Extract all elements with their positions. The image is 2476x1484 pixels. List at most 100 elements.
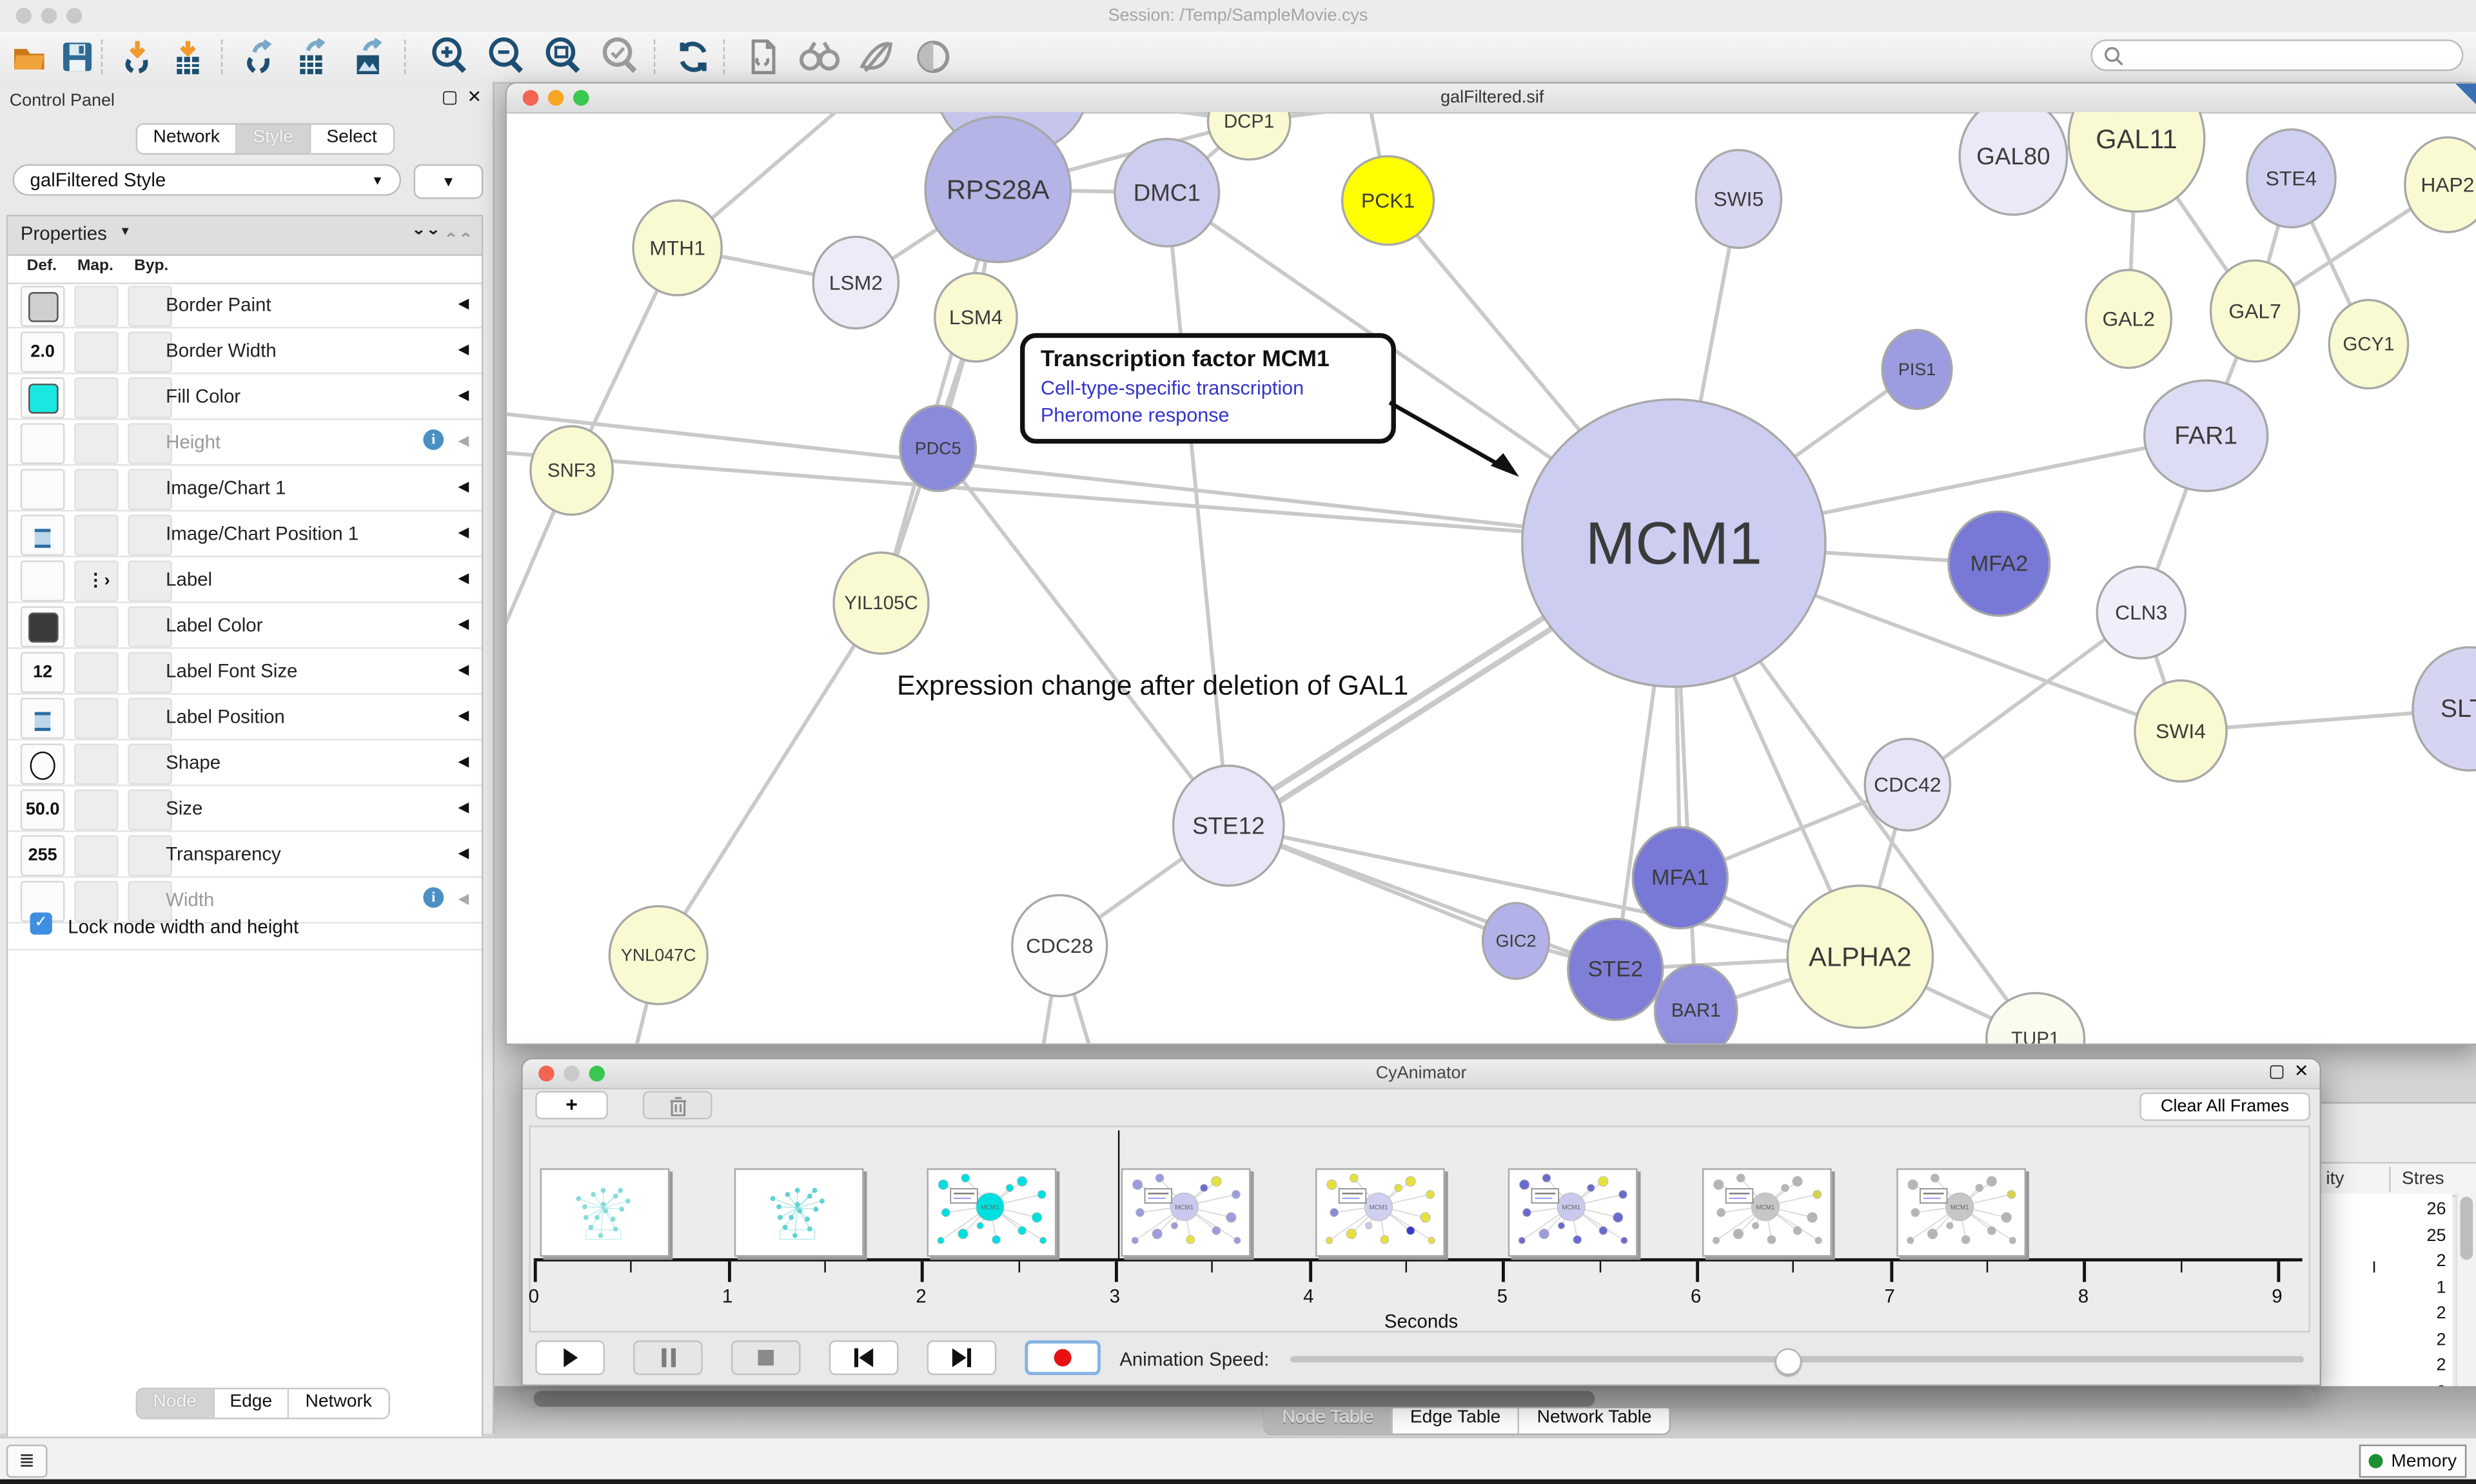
collapse-arrow-icon[interactable]: ◀ [458,570,469,587]
map-cell[interactable] [74,698,119,739]
mcm1-annotation-box[interactable]: Transcription factor MCM1 Cell-type-spec… [1020,333,1396,444]
checkbox-checked-icon[interactable]: ✓ [30,913,52,935]
timeline-playhead[interactable] [1118,1130,1119,1261]
tab-network[interactable]: Network [137,124,237,153]
first-neighbors-icon[interactable] [796,36,843,77]
float-panel-icon[interactable]: ▢ [442,90,458,108]
frame-thumbnail-5[interactable]: MCM1 [1509,1168,1638,1256]
position-icon[interactable] [35,529,50,547]
property-row-label-position[interactable]: Label Position◀ [8,695,482,741]
default-value[interactable]: 50.0 [22,801,63,819]
collapse-arrow-icon[interactable]: ◀ [458,845,469,862]
default-value-swatch[interactable] [28,292,59,322]
network-canvas[interactable]: DCP1RPS28ADMC1PCK1MTH1LSM2LSM4SWI5GAL80G… [507,112,2476,1044]
play-button[interactable] [535,1340,605,1375]
def-cell[interactable]: 2.0 [21,331,65,373]
map-cell[interactable] [74,606,119,647]
position-icon[interactable] [35,712,50,730]
frame-thumbnail-4[interactable]: MCM1 [1315,1168,1444,1256]
zoom-selected-icon[interactable] [597,36,644,77]
frame-thumbnail-3[interactable]: MCM1 [1121,1168,1251,1256]
ellipse-shape-icon[interactable] [30,752,55,780]
network-edge[interactable] [1228,826,1615,970]
default-value[interactable]: 255 [22,846,63,865]
tab-select[interactable]: Select [311,124,393,153]
network-edge[interactable] [658,603,881,955]
property-row-transparency[interactable]: 255Transparency◀ [8,832,482,878]
property-row-label-font-size[interactable]: 12Label Font Size◀ [8,649,482,695]
tab-network[interactable]: Network [290,1389,388,1418]
def-cell[interactable] [21,514,65,556]
collapse-arrow-icon[interactable]: ◀ [458,433,469,450]
property-row-border-paint[interactable]: Border Paint◀ [8,282,482,328]
property-row-shape[interactable]: Shape◀ [8,741,482,786]
collapse-arrow-icon[interactable]: ◀ [458,616,469,633]
style-select-dropdown[interactable]: galFiltered Style ▼ [13,164,401,196]
def-cell[interactable] [21,423,65,464]
table-cell-value[interactable]: 26 [2352,1200,2446,1218]
import-table-icon[interactable] [164,36,211,77]
slider-thumb[interactable] [1775,1348,1802,1375]
clone-network-icon[interactable] [739,36,786,77]
def-cell[interactable]: 12 [21,652,65,693]
default-value-swatch[interactable] [28,384,59,414]
property-row-image-chart-position-1[interactable]: Image/Chart Position 1◀ [8,511,482,557]
network-window-titlebar[interactable]: galFiltered.sif [507,84,2476,114]
tab-edge[interactable]: Edge [214,1389,290,1418]
map-cell[interactable] [74,652,119,693]
map-cell[interactable] [74,514,119,556]
def-cell[interactable] [21,286,65,327]
frame-thumbnail-0[interactable] [540,1168,670,1256]
pause-button[interactable] [633,1340,703,1375]
collapse-arrow-icon[interactable]: ◀ [458,753,469,770]
def-cell[interactable] [21,743,65,785]
frame-thumbnail-2[interactable]: MCM1 [927,1168,1057,1256]
property-row-size[interactable]: 50.0Size◀ [8,786,482,832]
map-cell[interactable] [74,835,119,877]
properties-header[interactable]: Properties ▾ ⌄⌄ ⌄⌄ [8,217,482,256]
table-column-ity[interactable]: ity [2326,1170,2344,1189]
collapse-arrow-icon[interactable]: ◀ [458,387,469,404]
map-cell[interactable] [74,377,119,418]
zoom-fit-icon[interactable] [540,36,587,77]
map-cell[interactable] [74,286,119,327]
map-cell[interactable] [74,789,119,830]
save-session-icon[interactable] [54,36,101,77]
property-row-label-color[interactable]: Label Color◀ [8,603,482,649]
tab-node[interactable]: Node [137,1389,214,1418]
property-row-height[interactable]: Heighti◀ [8,420,482,465]
def-cell[interactable] [21,698,65,739]
default-value[interactable]: 2.0 [22,342,63,361]
def-cell[interactable] [21,377,65,418]
delete-frame-button[interactable] [643,1091,712,1119]
table-cell-value[interactable]: 25 [2352,1226,2446,1245]
stop-button[interactable] [731,1340,801,1375]
table-cell-value[interactable]: 2 [2352,1356,2446,1375]
property-row-image-chart-1[interactable]: Image/Chart 1◀ [8,465,482,511]
table-cell-value[interactable]: 2 [2352,1304,2446,1323]
export-table-icon[interactable] [288,36,335,77]
network-graph[interactable]: DCP1RPS28ADMC1PCK1MTH1LSM2LSM4SWI5GAL80G… [507,112,2476,1044]
zoom-in-icon[interactable] [426,36,473,77]
zoom-out-icon[interactable] [483,36,530,77]
table-horizontal-scrollbar[interactable] [524,1388,2315,1409]
refresh-icon[interactable] [669,36,716,77]
def-cell[interactable] [21,469,65,510]
tab-node-table[interactable]: Node Table [1265,1405,1393,1434]
collapse-arrow-icon[interactable]: ◀ [458,341,469,358]
table-column-stress[interactable]: Stres [2402,1170,2444,1189]
open-session-icon[interactable] [6,36,54,77]
map-cell[interactable] [74,743,119,785]
map-cell[interactable] [74,469,119,510]
cyanimator-titlebar[interactable]: CyAnimator ▢ ✕ [523,1059,2320,1089]
tab-network-table[interactable]: Network Table [1520,1405,1669,1434]
map-cell[interactable]: ⋮› [74,560,119,601]
collapse-arrow-icon[interactable]: ◀ [458,661,469,679]
timeline-panel[interactable]: 0123456789 MCM1MCM1MCM1MCM1MCM1MCM1 Seco… [529,1126,2310,1333]
collapse-arrow-icon[interactable]: ◀ [458,295,469,313]
record-button[interactable] [1025,1340,1101,1375]
table-cell-value[interactable]: 2 [2352,1330,2446,1349]
property-row-label[interactable]: ⋮›Label◀ [8,557,482,603]
table-vertical-scrollbar[interactable] [2455,1193,2476,1403]
frame-thumbnail-7[interactable]: MCM1 [1896,1168,2025,1256]
